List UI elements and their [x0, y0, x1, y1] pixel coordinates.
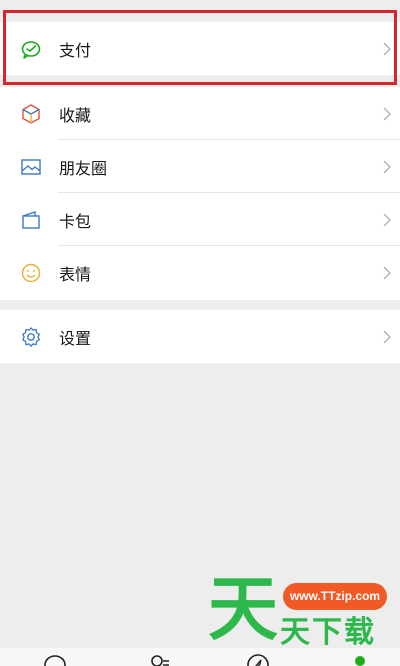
- watermark-url-badge: www.TTzip.com: [283, 583, 387, 610]
- watermark-logo: 天 www.TTzip.com 天下载: [208, 569, 400, 653]
- discover-compass-icon[interactable]: [246, 653, 270, 666]
- chevron-right-icon: [383, 330, 391, 343]
- top-strip: [0, 0, 400, 22]
- menu-item-stickers[interactable]: 表情: [0, 246, 400, 299]
- chevron-right-icon: [383, 160, 391, 173]
- menu-item-pay-label: 支付: [59, 40, 92, 60]
- gear-icon: [22, 326, 40, 347]
- chevron-right-icon: [383, 42, 391, 55]
- chevron-right-icon: [383, 107, 391, 120]
- watermark-big-char: 天: [208, 568, 278, 650]
- contacts-icon[interactable]: [147, 653, 171, 666]
- menu-item-cards-label: 卡包: [59, 211, 92, 231]
- menu-item-settings-label: 设置: [59, 328, 92, 348]
- menu-item-pay[interactable]: 支付: [0, 22, 400, 75]
- favorites-cube-icon: [22, 103, 40, 124]
- menu-item-stickers-label: 表情: [59, 264, 92, 284]
- wechat-pay-icon: [21, 40, 41, 59]
- menu-item-favorites-label: 收藏: [59, 105, 92, 125]
- chat-icon[interactable]: [43, 653, 67, 666]
- card-wallet-icon: [22, 210, 40, 229]
- menu-item-favorites[interactable]: 收藏: [0, 87, 400, 140]
- menu-item-cards[interactable]: 卡包: [0, 193, 400, 246]
- pay-group: 支付: [0, 22, 400, 75]
- watermark-text: 天下载: [280, 615, 376, 650]
- chevron-right-icon: [383, 266, 391, 279]
- menu-group-settings: 设置: [0, 310, 400, 363]
- menu-item-moments-label: 朋友圈: [59, 158, 108, 178]
- menu-group-main: 收藏 朋友圈 卡包 表情: [0, 87, 400, 300]
- menu-item-settings[interactable]: 设置: [0, 310, 400, 363]
- me-icon[interactable]: [348, 653, 372, 666]
- menu-item-moments[interactable]: 朋友圈: [0, 140, 400, 193]
- moments-image-icon: [21, 158, 41, 175]
- chevron-right-icon: [383, 213, 391, 226]
- emoji-smile-icon: [21, 263, 41, 282]
